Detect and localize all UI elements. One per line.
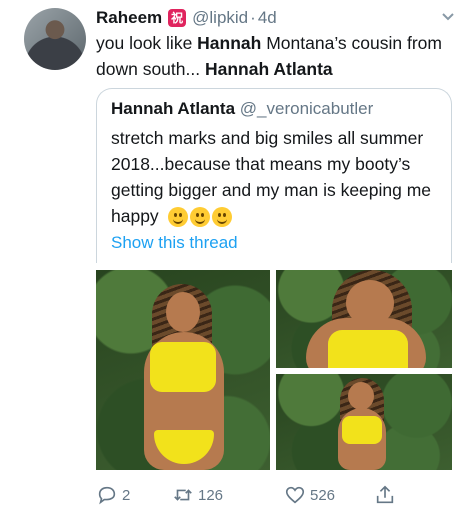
quoted-tweet-text: stretch marks and big smiles all summer … [111, 125, 441, 229]
share-icon [376, 485, 394, 504]
show-thread-link[interactable]: Show this thread [111, 233, 238, 253]
share-button[interactable] [374, 482, 396, 508]
chevron-down-icon[interactable] [440, 8, 456, 24]
reply-button[interactable]: 2 [96, 482, 130, 508]
photo-3[interactable] [276, 374, 452, 470]
author-avatar[interactable] [24, 8, 86, 70]
tweet-actions: 2 126 526 [96, 482, 416, 508]
tweet-time[interactable]: 4d [258, 8, 277, 28]
quoted-tweet[interactable]: Hannah Atlanta @_veronicabutler stretch … [96, 88, 452, 263]
reply-count: 2 [122, 486, 131, 504]
tweet-text: you look like Hannah Montana’s cousin fr… [96, 30, 456, 82]
retweet-icon [174, 489, 192, 501]
time-separator: · [250, 8, 256, 27]
like-button[interactable]: 526 [284, 482, 335, 508]
smiley-emojis [167, 207, 232, 228]
smiley-icon [211, 207, 232, 228]
tweet-text-part: you look like [96, 33, 198, 53]
like-icon [285, 486, 305, 504]
quoted-text-content: stretch marks and big smiles all summer … [111, 128, 432, 226]
photo-2[interactable] [276, 270, 452, 368]
tweet-text-part: Hannah Atlanta [204, 59, 333, 79]
like-count: 526 [310, 486, 336, 504]
quoted-author-name: Hannah Atlanta [111, 99, 236, 118]
smiley-icon [167, 207, 188, 228]
photo-grid [96, 270, 452, 470]
tweet-header: Raheem 祝 @lipkid · 4d [96, 6, 454, 30]
photo-1[interactable] [96, 270, 270, 470]
quoted-tweet-header: Hannah Atlanta @_veronicabutler [111, 99, 373, 119]
name-badge-emoji: 祝 [168, 9, 187, 27]
retweet-button[interactable]: 126 [172, 482, 223, 508]
tweet-text-part: Hannah [197, 33, 262, 53]
retweet-count: 126 [198, 486, 224, 504]
quoted-author-handle: @_veronicabutler [239, 99, 374, 118]
reply-icon [98, 486, 116, 505]
smiley-icon [189, 207, 210, 228]
author-name[interactable]: Raheem [96, 8, 162, 28]
author-handle[interactable]: @lipkid [192, 8, 248, 28]
